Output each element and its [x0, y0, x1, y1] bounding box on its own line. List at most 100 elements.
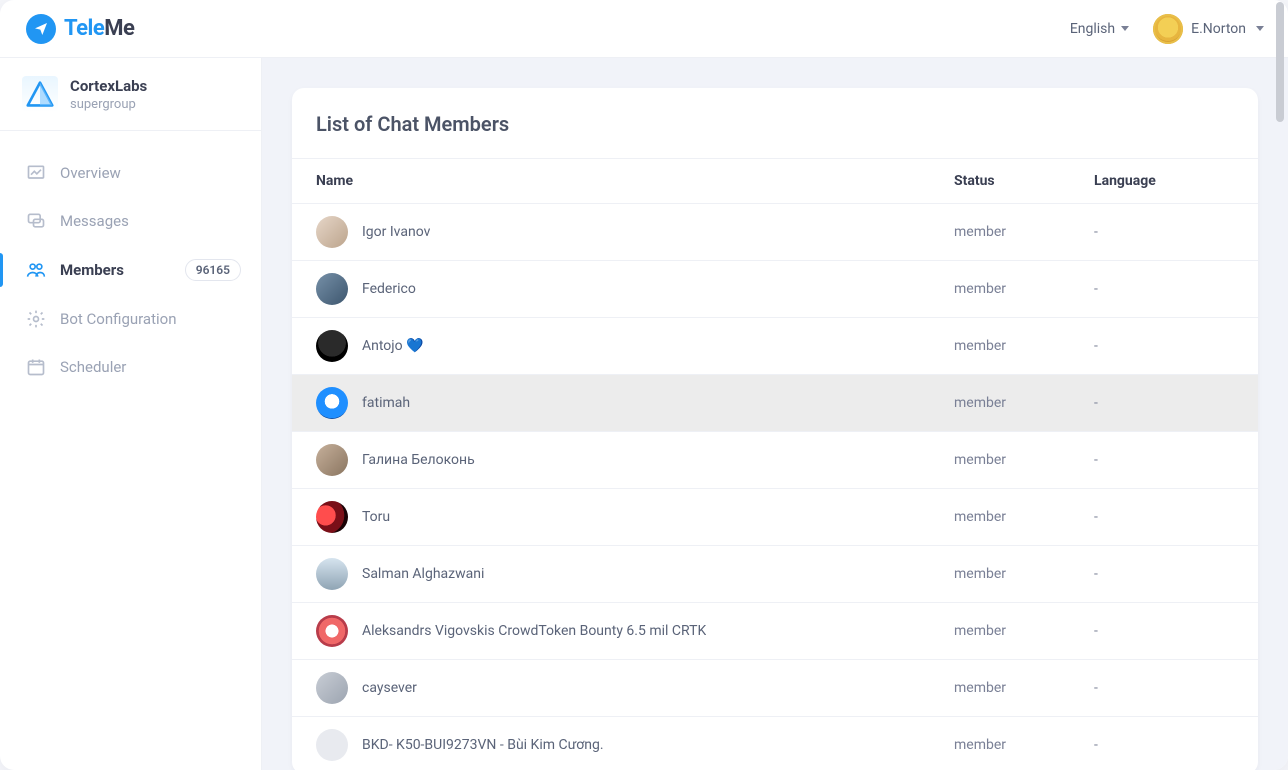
table-row[interactable]: Antojo 💙 member- — [292, 318, 1258, 375]
members-card: List of Chat Members Name Status Languag… — [292, 88, 1258, 770]
sidebar-item-overview[interactable]: Overview — [0, 149, 261, 197]
members-table: Name Status Language Igor Ivanovmember-F… — [292, 158, 1258, 770]
main-content: List of Chat Members Name Status Languag… — [262, 58, 1288, 770]
sidebar-item-bot-configuration[interactable]: Bot Configuration — [0, 295, 261, 343]
sidebar: CortexLabs supergroup Overview — [0, 58, 262, 770]
cell-name: Igor Ivanov — [316, 216, 954, 248]
member-name: Aleksandrs Vigovskis CrowdToken Bounty 6… — [362, 623, 706, 639]
triangle-logo-icon — [26, 80, 54, 108]
sidebar-item-label: Overview — [60, 164, 241, 182]
brand-logo-icon — [26, 14, 56, 44]
cell-name: Antojo 💙 — [316, 330, 954, 362]
sidebar-item-label: Members — [60, 261, 171, 279]
member-status: member — [954, 566, 1094, 582]
app-body: CortexLabs supergroup Overview — [0, 58, 1288, 770]
table-row[interactable]: Toru member- — [292, 489, 1258, 546]
brand-text: TeleMe — [64, 16, 134, 41]
member-status: member — [954, 623, 1094, 639]
member-avatar-icon — [316, 615, 348, 647]
column-header-status[interactable]: Status — [954, 173, 1094, 189]
member-avatar-icon — [316, 444, 348, 476]
sidebar-nav: Overview Messages — [0, 131, 261, 409]
top-bar: TeleMe English E.Norton — [0, 0, 1288, 58]
cell-name: Галина Белоконь — [316, 444, 954, 476]
member-status: member — [954, 737, 1094, 753]
table-row[interactable]: Salman Alghazwanimember- — [292, 546, 1258, 603]
table-row[interactable]: caysevermember- — [292, 660, 1258, 717]
brand[interactable]: TeleMe — [26, 14, 134, 44]
brand-text-tele: Tele — [64, 16, 104, 41]
member-language: - — [1094, 623, 1234, 639]
member-avatar-icon — [316, 216, 348, 248]
topbar-right: English E.Norton — [1070, 14, 1264, 44]
member-language: - — [1094, 338, 1234, 354]
window-scrollbar[interactable] — [1274, 2, 1286, 768]
member-language: - — [1094, 509, 1234, 525]
table-row[interactable]: Aleksandrs Vigovskis CrowdToken Bounty 6… — [292, 603, 1258, 660]
table-row[interactable]: Igor Ivanovmember- — [292, 204, 1258, 261]
table-header: Name Status Language — [292, 158, 1258, 204]
member-status: member — [954, 680, 1094, 696]
member-name: Salman Alghazwani — [362, 566, 484, 582]
member-avatar-icon — [316, 387, 348, 419]
chart-icon — [26, 163, 46, 183]
user-menu[interactable]: E.Norton — [1153, 14, 1264, 44]
member-avatar-icon — [316, 672, 348, 704]
member-language: - — [1094, 281, 1234, 297]
group-subtitle: supergroup — [70, 97, 147, 112]
table-row[interactable]: BKD- K50-BUI9273VN - Bùi Kim Cương. membe… — [292, 717, 1258, 770]
member-language: - — [1094, 395, 1234, 411]
language-switcher[interactable]: English — [1070, 21, 1129, 37]
member-avatar-icon — [316, 501, 348, 533]
sidebar-item-members[interactable]: Members 96165 — [0, 245, 261, 295]
column-header-language[interactable]: Language — [1094, 173, 1234, 189]
table-row[interactable]: fatimah member- — [292, 375, 1258, 432]
page-title: List of Chat Members — [292, 112, 1258, 158]
member-status: member — [954, 395, 1094, 411]
cell-name: Toru — [316, 501, 954, 533]
member-status: member — [954, 281, 1094, 297]
sidebar-item-scheduler[interactable]: Scheduler — [0, 343, 261, 391]
app-window: TeleMe English E.Norton — [0, 0, 1288, 770]
sidebar-item-messages[interactable]: Messages — [0, 197, 261, 245]
member-language: - — [1094, 680, 1234, 696]
member-avatar-icon — [316, 729, 348, 761]
member-name: Toru — [362, 509, 390, 525]
language-label: English — [1070, 21, 1115, 37]
user-avatar-icon — [1153, 14, 1183, 44]
calendar-icon — [26, 357, 46, 377]
member-status: member — [954, 224, 1094, 240]
member-status: member — [954, 452, 1094, 468]
member-name: fatimah — [362, 395, 410, 411]
group-name: CortexLabs — [70, 77, 147, 95]
column-header-name[interactable]: Name — [316, 173, 954, 189]
member-name: BKD- K50-BUI9273VN - Bùi Kim Cương. — [362, 737, 604, 753]
member-language: - — [1094, 737, 1234, 753]
member-name: Галина Белоконь — [362, 452, 475, 468]
chevron-down-icon — [1256, 26, 1264, 31]
cell-name: Salman Alghazwani — [316, 558, 954, 590]
cell-name: fatimah — [316, 387, 954, 419]
sidebar-item-label: Messages — [60, 212, 241, 230]
member-avatar-icon — [316, 330, 348, 362]
member-name: Antojo 💙 — [362, 338, 424, 354]
member-name: Federico — [362, 281, 416, 297]
member-status: member — [954, 509, 1094, 525]
group-icon — [22, 76, 58, 112]
cell-name: Federico — [316, 273, 954, 305]
members-count-badge: 96165 — [185, 259, 241, 281]
cell-name: caysever — [316, 672, 954, 704]
sidebar-item-label: Bot Configuration — [60, 310, 241, 328]
member-avatar-icon — [316, 558, 348, 590]
member-status: member — [954, 338, 1094, 354]
scrollbar-thumb[interactable] — [1276, 2, 1284, 122]
brand-text-me: Me — [104, 16, 134, 41]
member-avatar-icon — [316, 273, 348, 305]
table-row[interactable]: Галина Белоконьmember- — [292, 432, 1258, 489]
paper-plane-icon — [33, 21, 49, 37]
member-name: Igor Ivanov — [362, 224, 430, 240]
cell-name: Aleksandrs Vigovskis CrowdToken Bounty 6… — [316, 615, 954, 647]
group-header[interactable]: CortexLabs supergroup — [0, 72, 261, 131]
cell-name: BKD- K50-BUI9273VN - Bùi Kim Cương. — [316, 729, 954, 761]
table-row[interactable]: Federico member- — [292, 261, 1258, 318]
